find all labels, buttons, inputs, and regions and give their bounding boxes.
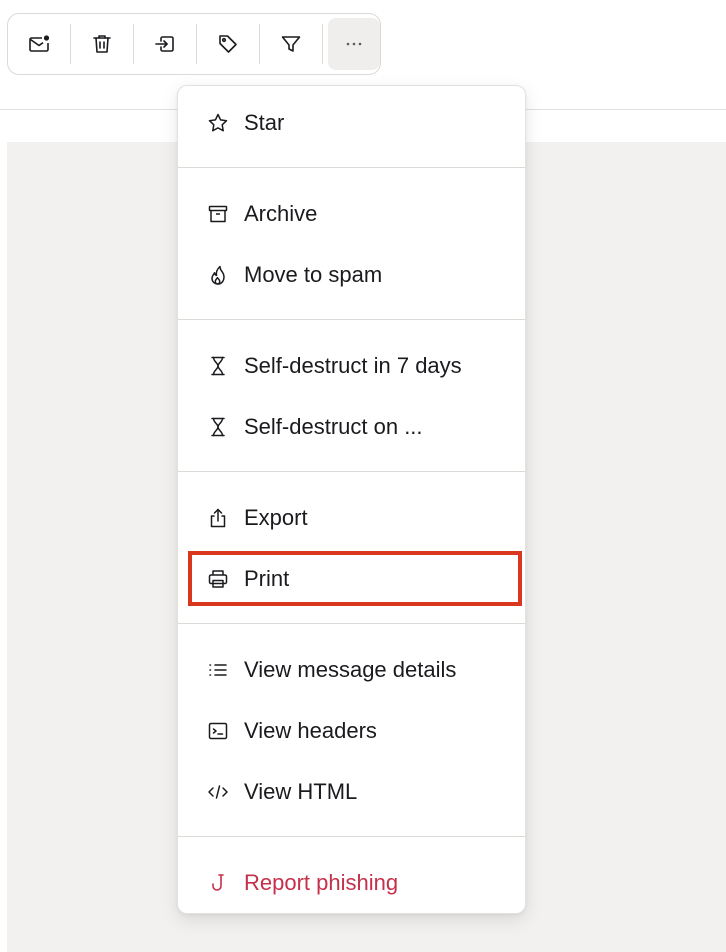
message-toolbar — [7, 13, 381, 75]
label-tag-icon — [216, 32, 240, 56]
menu-item-print[interactable]: Print — [178, 548, 525, 609]
menu-divider — [178, 167, 525, 168]
menu-item-label: Self-destruct on ... — [244, 413, 423, 439]
menu-item-label: Archive — [244, 200, 318, 226]
more-actions-menu: Star Archive Move to spam Self-destruct … — [177, 85, 526, 914]
menu-item-view-headers[interactable]: View headers — [178, 700, 525, 761]
filter-button[interactable] — [265, 18, 317, 70]
export-share-icon — [206, 506, 230, 530]
more-options-button[interactable] — [328, 18, 380, 70]
menu-divider — [178, 836, 525, 837]
mark-unread-icon — [27, 32, 51, 56]
toolbar-divider — [322, 24, 323, 64]
terminal-window-icon — [206, 719, 230, 743]
menu-item-label: Print — [244, 565, 290, 591]
menu-item-self-destruct-on[interactable]: Self-destruct on ... — [178, 396, 525, 457]
printer-icon — [206, 567, 230, 591]
trash-icon — [90, 32, 114, 56]
move-to-button[interactable] — [139, 18, 191, 70]
more-options-icon — [342, 32, 366, 56]
filter-icon — [279, 32, 303, 56]
label-button[interactable] — [202, 18, 254, 70]
menu-item-label: Move to spam — [244, 261, 383, 287]
toolbar-divider — [70, 24, 71, 64]
menu-divider — [178, 319, 525, 320]
fish-hook-icon — [206, 871, 230, 895]
menu-divider — [178, 623, 525, 624]
code-icon — [206, 780, 230, 804]
menu-item-label: Star — [244, 109, 285, 135]
menu-item-view-html[interactable]: View HTML — [178, 761, 525, 822]
menu-item-label: Report phishing — [244, 869, 399, 895]
list-details-icon — [206, 658, 230, 682]
menu-item-move-to-spam[interactable]: Move to spam — [178, 244, 525, 305]
hourglass-icon — [206, 415, 230, 439]
hourglass-icon — [206, 354, 230, 378]
delete-button[interactable] — [76, 18, 128, 70]
mark-unread-button[interactable] — [13, 18, 65, 70]
archive-box-icon — [206, 202, 230, 226]
menu-item-archive[interactable]: Archive — [178, 183, 525, 244]
menu-item-view-message-details[interactable]: View message details — [178, 639, 525, 700]
menu-item-label: View HTML — [244, 778, 358, 804]
toolbar-divider — [259, 24, 260, 64]
menu-item-label: View headers — [244, 717, 377, 743]
menu-item-report-phishing[interactable]: Report phishing — [178, 852, 525, 913]
toolbar-divider — [196, 24, 197, 64]
menu-item-self-destruct-7-days[interactable]: Self-destruct in 7 days — [178, 335, 525, 396]
move-to-folder-icon — [153, 32, 177, 56]
menu-item-star[interactable]: Star — [178, 92, 525, 153]
menu-item-export[interactable]: Export — [178, 487, 525, 548]
toolbar-divider — [133, 24, 134, 64]
spam-fire-icon — [206, 263, 230, 287]
menu-item-label: View message details — [244, 656, 457, 682]
menu-item-label: Export — [244, 504, 308, 530]
star-icon — [206, 111, 230, 135]
menu-divider — [178, 471, 525, 472]
highlight-box — [188, 551, 522, 606]
menu-item-label: Self-destruct in 7 days — [244, 352, 462, 378]
